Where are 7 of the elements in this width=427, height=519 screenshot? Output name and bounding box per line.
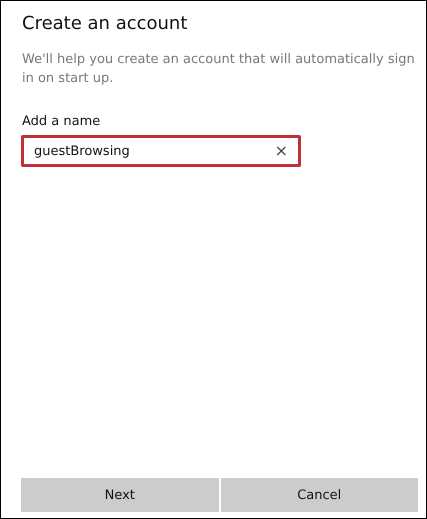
description-text: We'll help you create an account that will automatically sign in on start up. <box>22 51 416 88</box>
field-label: Add a name <box>22 114 102 129</box>
name-input-field[interactable]: guestBrowsing × <box>21 135 301 167</box>
cancel-button[interactable]: Cancel <box>220 478 418 512</box>
next-button[interactable]: Next <box>21 478 218 512</box>
dialog-title: Create an account <box>22 13 188 34</box>
clear-button[interactable]: × <box>272 143 290 159</box>
